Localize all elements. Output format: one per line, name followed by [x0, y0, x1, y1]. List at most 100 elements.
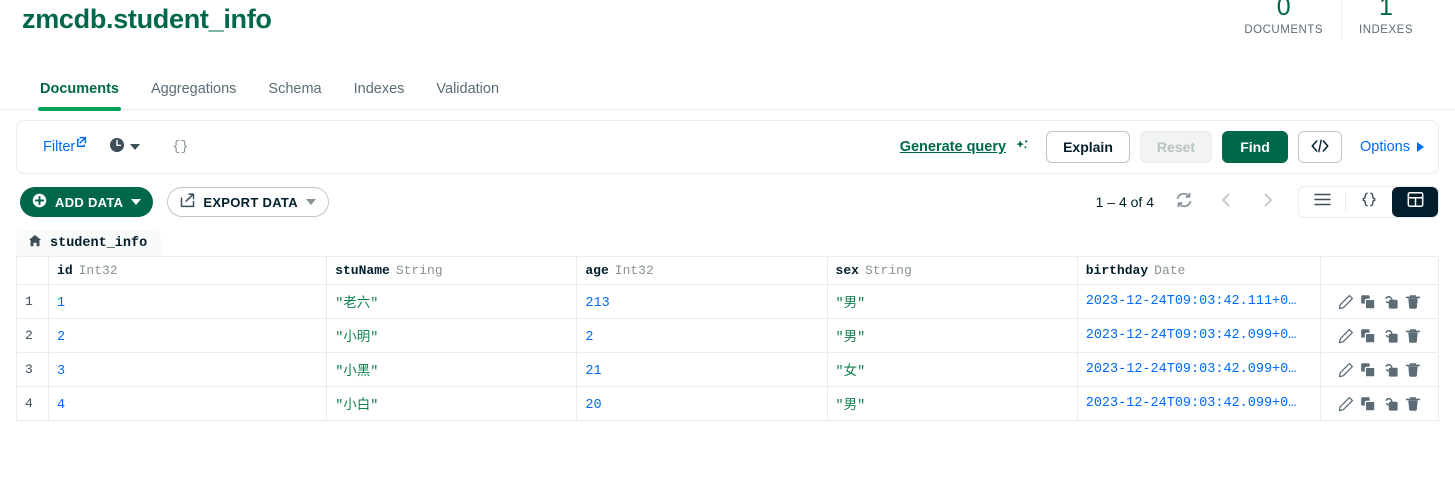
query-history-button[interactable] [109, 137, 141, 158]
tab-aggregations[interactable]: Aggregations [135, 81, 252, 109]
column-header-stuName[interactable]: stuName String [326, 256, 578, 285]
cell-age[interactable]: 2 [576, 318, 828, 353]
view-mode-list[interactable] [1299, 187, 1345, 217]
table-header-row: id Int32 stuName String age Int32 sex String… [15, 256, 1440, 285]
plus-circle-icon [32, 193, 47, 211]
copy-icon[interactable] [1360, 328, 1376, 344]
indexes-count: 1 [1379, 0, 1393, 21]
filter-query-input[interactable] [170, 138, 900, 156]
cell-birthday[interactable]: 2023-12-24T09:03:42.099+0… [1076, 352, 1321, 387]
cell-stuName[interactable]: "小白" [326, 386, 578, 421]
clock-icon [109, 137, 125, 158]
breadcrumb-collection-tab[interactable]: student_info [16, 230, 162, 256]
tab-indexes[interactable]: Indexes [338, 81, 421, 109]
column-header-birthday[interactable]: birthday Date [1076, 256, 1321, 285]
cell-sex[interactable]: "男" [826, 284, 1078, 319]
edit-icon[interactable] [1338, 328, 1354, 344]
reset-button[interactable]: Reset [1139, 131, 1213, 163]
export-data-button[interactable]: EXPORT DATA [167, 187, 329, 217]
cell-birthday[interactable]: 2023-12-24T09:03:42.099+0… [1076, 318, 1321, 353]
edit-icon[interactable] [1338, 294, 1354, 310]
delete-icon[interactable] [1405, 362, 1421, 378]
column-field-name: sex [835, 263, 859, 278]
copy-icon[interactable] [1360, 396, 1376, 412]
cell-id[interactable]: 1 [48, 284, 328, 319]
code-icon [1311, 139, 1329, 156]
documents-label: DOCUMENTS [1244, 24, 1323, 36]
cell-age[interactable]: 213 [576, 284, 828, 319]
add-data-label: ADD DATA [55, 194, 124, 210]
delete-icon[interactable] [1405, 396, 1421, 412]
options-toggle[interactable]: Options [1360, 139, 1424, 155]
row-number: 3 [15, 352, 50, 387]
next-page-button[interactable] [1254, 188, 1282, 216]
refresh-button[interactable] [1170, 188, 1198, 216]
chevron-left-icon [1218, 192, 1234, 213]
clone-icon[interactable] [1383, 362, 1399, 378]
cell-age[interactable]: 21 [576, 352, 828, 387]
cell-row-actions [1319, 318, 1440, 353]
filter-label: Filter [43, 139, 76, 155]
clone-icon[interactable] [1383, 396, 1399, 412]
cell-id[interactable]: 4 [48, 386, 328, 421]
table-body: 1 1 "老六" 213 "男" 2023-12-24T09:03:42.111… [15, 284, 1440, 421]
cell-sex[interactable]: "女" [826, 352, 1078, 387]
delete-icon[interactable] [1405, 328, 1421, 344]
cell-sex[interactable]: "男" [826, 318, 1078, 353]
table-row[interactable]: 3 3 "小黑" 21 "女" 2023-12-24T09:03:42.099+… [15, 352, 1440, 387]
copy-icon[interactable] [1360, 362, 1376, 378]
view-mode-table[interactable] [1392, 187, 1438, 217]
column-header-age[interactable]: age Int32 [576, 256, 828, 285]
view-mode-json[interactable] [1346, 187, 1392, 217]
column-field-type: Date [1154, 263, 1186, 278]
cell-stuName[interactable]: "小明" [326, 318, 578, 353]
refresh-icon [1175, 191, 1193, 214]
clone-icon[interactable] [1383, 328, 1399, 344]
collection-stats: 0 DOCUMENTS 1 INDEXES [1226, 0, 1431, 38]
export-to-language-button[interactable] [1298, 131, 1343, 163]
view-mode-toggle [1298, 186, 1439, 218]
edit-icon[interactable] [1338, 362, 1354, 378]
tab-schema[interactable]: Schema [252, 81, 337, 109]
row-actions-header [1319, 256, 1440, 285]
cell-row-actions [1319, 386, 1440, 421]
table-row[interactable]: 4 4 "小白" 20 "男" 2023-12-24T09:03:42.099+… [15, 386, 1440, 421]
cell-age[interactable]: 20 [576, 386, 828, 421]
column-field-name: birthday [1085, 263, 1149, 278]
sparkle-icon [1012, 137, 1032, 157]
cell-birthday[interactable]: 2023-12-24T09:03:42.111+0… [1076, 284, 1321, 319]
cell-id[interactable]: 3 [48, 352, 328, 387]
edit-icon[interactable] [1338, 396, 1354, 412]
tab-validation[interactable]: Validation [420, 81, 515, 109]
explain-button[interactable]: Explain [1046, 131, 1130, 163]
tab-documents[interactable]: Documents [24, 81, 135, 111]
delete-icon[interactable] [1405, 294, 1421, 310]
column-header-id[interactable]: id Int32 [48, 256, 328, 285]
copy-icon[interactable] [1360, 294, 1376, 310]
collection-header: zmcdb.student_info 0 DOCUMENTS 1 INDEXES [0, 0, 1455, 68]
cell-row-actions [1319, 284, 1440, 319]
documents-count: 0 [1276, 0, 1291, 21]
table-row[interactable]: 2 2 "小明" 2 "男" 2023-12-24T09:03:42.099+0… [15, 318, 1440, 353]
list-icon [1313, 193, 1331, 211]
breadcrumb-collection-label: student_info [50, 235, 148, 251]
cell-stuName[interactable]: "老六" [326, 284, 578, 319]
table-row[interactable]: 1 1 "老六" 213 "男" 2023-12-24T09:03:42.111… [15, 284, 1440, 319]
export-data-label: EXPORT DATA [203, 194, 298, 210]
cell-birthday[interactable]: 2023-12-24T09:03:42.099+0… [1076, 386, 1321, 421]
column-header-sex[interactable]: sex String [826, 256, 1078, 285]
row-number: 4 [15, 386, 50, 421]
clone-icon[interactable] [1383, 294, 1399, 310]
options-label: Options [1360, 139, 1410, 155]
cell-sex[interactable]: "男" [826, 386, 1078, 421]
find-button[interactable]: Find [1222, 131, 1289, 163]
external-link-icon [76, 135, 87, 151]
add-data-button[interactable]: ADD DATA [20, 187, 154, 217]
chevron-right-icon [1260, 192, 1276, 213]
cell-id[interactable]: 2 [48, 318, 328, 353]
previous-page-button[interactable] [1212, 188, 1240, 216]
filter-link[interactable]: Filter [43, 136, 87, 155]
chevron-right-icon [1417, 142, 1424, 152]
generate-query-link[interactable]: Generate query [900, 139, 1006, 155]
cell-stuName[interactable]: "小黑" [326, 352, 578, 387]
